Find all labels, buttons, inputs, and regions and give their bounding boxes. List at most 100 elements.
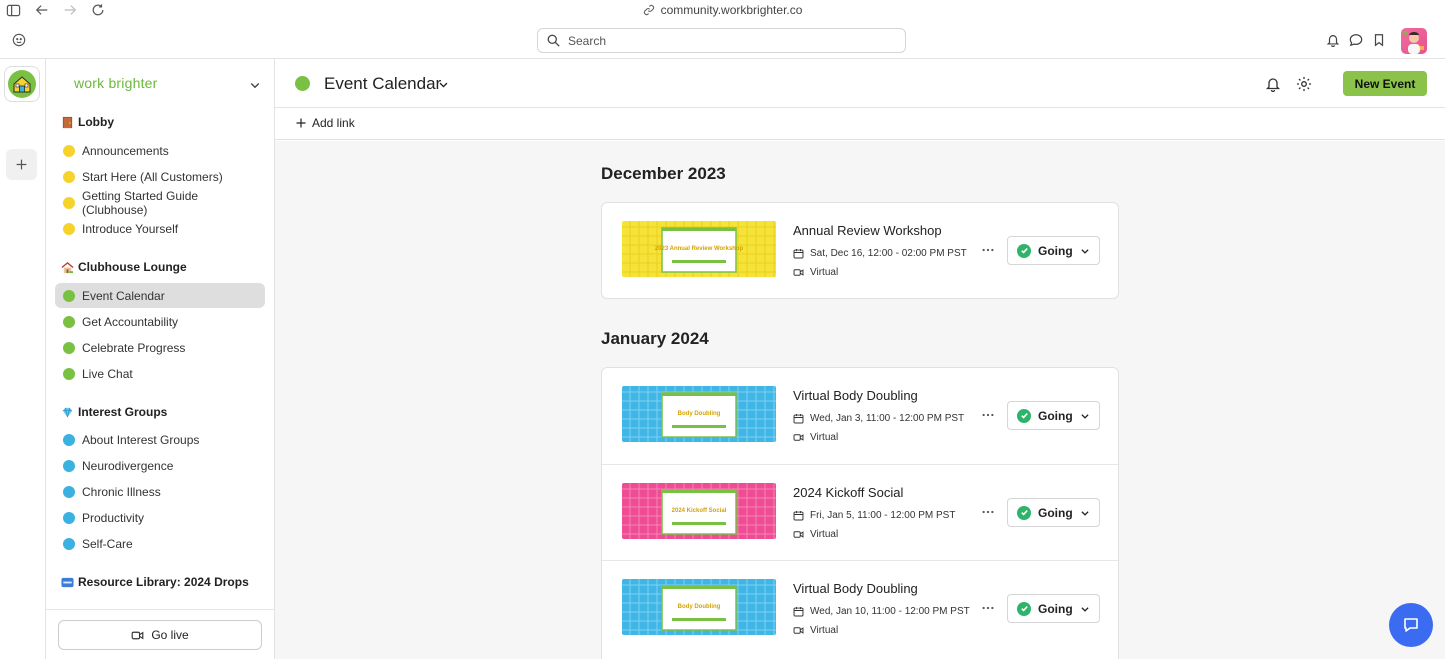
- search-icon: [547, 34, 560, 47]
- month-heading: December 2023: [601, 164, 726, 183]
- rsvp-dropdown[interactable]: Going: [1007, 236, 1100, 265]
- sidebar-item-neurodivergence[interactable]: Neurodivergence: [55, 453, 265, 478]
- chevron-down-icon: [1080, 246, 1090, 256]
- rsvp-status: Going: [1038, 601, 1073, 616]
- space-dot-icon: [63, 367, 75, 380]
- sidebar-item-get-accountability[interactable]: Get Accountability: [55, 309, 265, 334]
- chevron-down-icon: [1080, 411, 1090, 421]
- sidebar-item-label: Neurodivergence: [82, 458, 174, 473]
- sidebar-item-announcements[interactable]: Announcements: [55, 138, 265, 163]
- sidebar-item-label: Self-Care: [82, 536, 133, 551]
- sidebar-item-label: Announcements: [82, 143, 169, 158]
- messages-icon[interactable]: [1349, 33, 1364, 48]
- address-bar[interactable]: community.workbrighter.co: [0, 3, 1445, 19]
- space-dot-icon: [63, 196, 75, 209]
- space-notifications-icon[interactable]: [1265, 76, 1281, 92]
- sidebar-item-about-interest-groups[interactable]: About Interest Groups: [55, 427, 265, 452]
- search-box[interactable]: [537, 28, 906, 53]
- sidebar-item-introduce-yourself[interactable]: Introduce Yourself: [55, 216, 265, 241]
- rsvp-dropdown[interactable]: Going: [1007, 401, 1100, 430]
- house-logo-icon: [8, 70, 36, 98]
- search-input[interactable]: [568, 33, 888, 48]
- event-thumbnail-art: Body Doubling: [622, 579, 776, 635]
- more-options-icon[interactable]: [981, 505, 995, 519]
- check-circle-icon: [1017, 601, 1031, 616]
- page-title[interactable]: Event Calendar: [324, 74, 441, 94]
- event-title[interactable]: 2024 Kickoff Social: [793, 485, 903, 500]
- rsvp-status: Going: [1038, 408, 1073, 423]
- space-dot-icon: [63, 433, 75, 446]
- link-bar: Add link: [275, 108, 1445, 140]
- rsvp-dropdown[interactable]: Going: [1007, 594, 1100, 623]
- sidebar-group-lobby[interactable]: Lobby: [61, 115, 114, 129]
- video-camera-icon: [131, 631, 144, 639]
- go-live-button[interactable]: Go live: [58, 620, 262, 650]
- sidebar-item-self-care[interactable]: Self-Care: [55, 531, 265, 556]
- rsvp-status: Going: [1038, 505, 1073, 520]
- more-options-icon[interactable]: [981, 408, 995, 422]
- space-dot-icon: [63, 222, 75, 235]
- event-title[interactable]: Annual Review Workshop: [793, 223, 942, 238]
- browser-toolbar: community.workbrighter.co: [0, 0, 1445, 59]
- chat-launcher-button[interactable]: [1389, 603, 1433, 647]
- sidebar-group-resource-library[interactable]: Resource Library: 2024 Drops: [61, 575, 249, 589]
- more-options-icon[interactable]: [981, 601, 995, 615]
- sidebar-item-start-here[interactable]: Start Here (All Customers): [55, 164, 265, 189]
- event-location-text: Virtual: [810, 432, 839, 443]
- event-thumbnail-art: 2023 Annual Review Workshop: [622, 221, 776, 277]
- event-row[interactable]: 2024 Kickoff Social 2024 Kickoff Social …: [602, 464, 1118, 560]
- event-title[interactable]: Virtual Body Doubling: [793, 388, 918, 403]
- sidebar-group-clubhouse-lounge[interactable]: Clubhouse Lounge: [61, 260, 187, 274]
- add-link-button[interactable]: Add link: [295, 116, 355, 130]
- event-row[interactable]: Body Doubling Virtual Body Doubling Wed,…: [602, 560, 1118, 656]
- community-logo[interactable]: [4, 66, 40, 102]
- sidebar-item-event-calendar[interactable]: Event Calendar: [55, 283, 265, 308]
- event-thumbnail[interactable]: Body Doubling: [622, 579, 776, 635]
- smiley-icon[interactable]: [12, 33, 30, 51]
- notification-bell-icon[interactable]: [1326, 33, 1341, 48]
- event-location: Virtual: [793, 432, 838, 443]
- sidebar-item-live-chat[interactable]: Live Chat: [55, 361, 265, 386]
- thumbnail-text: Body Doubling: [678, 604, 721, 610]
- sidebar-item-chronic-illness[interactable]: Chronic Illness: [55, 479, 265, 504]
- community-rail: [0, 59, 46, 659]
- bookmark-icon[interactable]: [1372, 33, 1387, 48]
- event-date-text: Fri, Jan 5, 11:00 - 12:00 PM PST: [810, 510, 956, 521]
- event-row[interactable]: 2023 Annual Review Workshop Annual Revie…: [602, 203, 1118, 299]
- event-location-text: Virtual: [810, 267, 839, 278]
- calendar-icon: [793, 606, 804, 617]
- event-location-text: Virtual: [810, 529, 839, 540]
- sidebar-item-label: About Interest Groups: [82, 432, 200, 447]
- divider: [46, 609, 275, 610]
- event-thumbnail[interactable]: 2024 Kickoff Social: [622, 483, 776, 539]
- gear-icon[interactable]: [1296, 76, 1312, 92]
- sidebar-item-celebrate-progress[interactable]: Celebrate Progress: [55, 335, 265, 360]
- sidebar-item-getting-started[interactable]: Getting Started Guide (Clubhouse): [55, 189, 265, 217]
- rsvp-dropdown[interactable]: Going: [1007, 498, 1100, 527]
- sidebar-item-productivity[interactable]: Productivity: [55, 505, 265, 530]
- new-emoji-icon: [61, 576, 74, 589]
- event-title[interactable]: Virtual Body Doubling: [793, 581, 918, 596]
- check-circle-icon: [1017, 408, 1031, 423]
- url-text: community.workbrighter.co: [660, 3, 803, 17]
- event-location: Virtual: [793, 625, 838, 636]
- event-row[interactable]: Body Doubling Virtual Body Doubling Wed,…: [602, 368, 1118, 464]
- event-thumbnail[interactable]: 2023 Annual Review Workshop: [622, 221, 776, 277]
- calendar-icon: [793, 248, 804, 259]
- chevron-down-icon[interactable]: [249, 79, 261, 91]
- avatar[interactable]: [1401, 28, 1427, 54]
- space-dot-icon: [63, 485, 75, 498]
- add-community-button[interactable]: [6, 149, 37, 180]
- check-circle-icon: [1017, 505, 1031, 520]
- sidebar-item-label: Start Here (All Customers): [82, 169, 223, 184]
- sidebar-item-label: Live Chat: [82, 366, 133, 381]
- sidebar-group-interest-groups[interactable]: Interest Groups: [61, 405, 167, 419]
- sidebar: work brighter Lobby Announcements Start …: [46, 59, 275, 659]
- thumbnail-text: Body Doubling: [678, 411, 721, 417]
- house-emoji-icon: [61, 261, 74, 274]
- chevron-down-icon[interactable]: [438, 79, 449, 90]
- event-thumbnail[interactable]: Body Doubling: [622, 386, 776, 442]
- more-options-icon[interactable]: [981, 243, 995, 257]
- community-brand[interactable]: work brighter: [74, 75, 158, 91]
- new-event-button[interactable]: New Event: [1343, 71, 1427, 96]
